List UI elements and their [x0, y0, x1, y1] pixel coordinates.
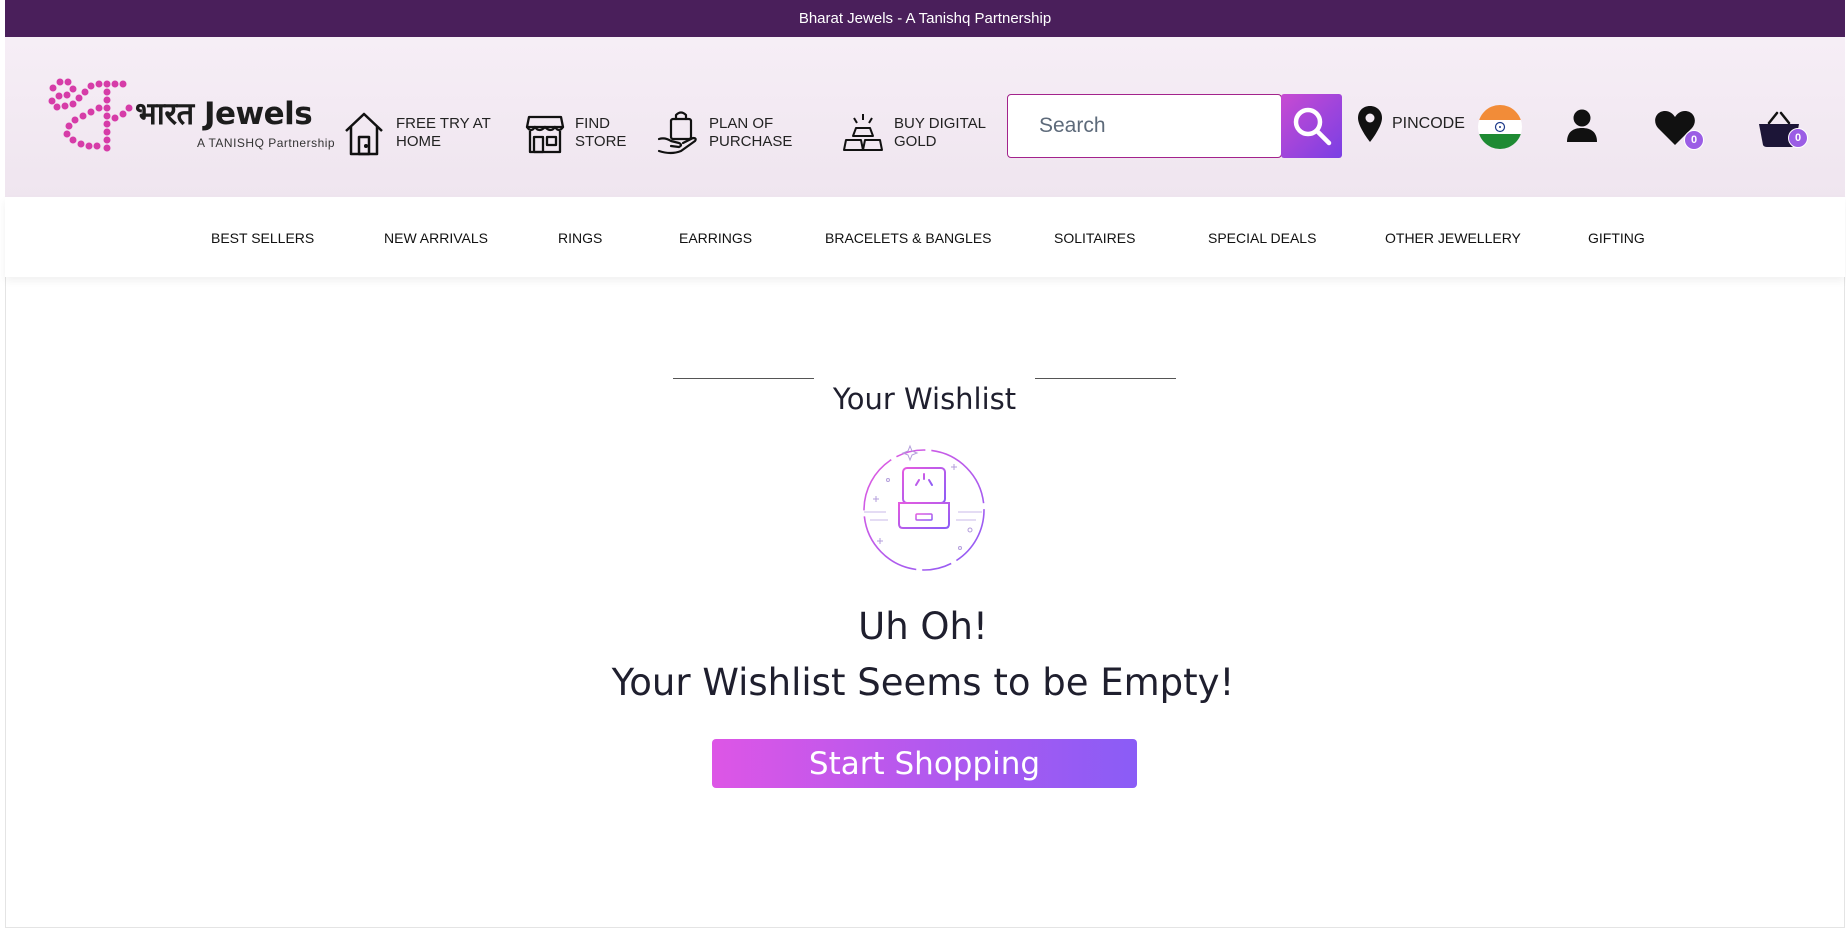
pincode-label: PINCODE: [1392, 115, 1465, 132]
empty-message-title: Uh Oh!: [858, 605, 988, 648]
nav-gifting[interactable]: GIFTING: [1588, 230, 1645, 246]
plan-of-purchase-label: PLAN OF PURCHASE: [709, 115, 793, 150]
cart-count-badge: 0: [1788, 128, 1808, 148]
country-flag-india[interactable]: [1478, 105, 1522, 149]
india-flag-icon: [1478, 105, 1522, 149]
gold-bars-icon: [843, 114, 883, 151]
heading-rule-left: [673, 378, 814, 379]
announcement-text: Bharat Jewels - A Tanishq Partnership: [798, 10, 1052, 27]
wishlist-button[interactable]: 0: [1654, 110, 1704, 151]
cart-button[interactable]: 0: [1758, 110, 1808, 153]
category-nav: BEST SELLERS NEW ARRIVALS RINGS EARRINGS…: [5, 197, 1845, 277]
account-button[interactable]: [1566, 109, 1598, 148]
buy-digital-gold-link[interactable]: BUY DIGITAL GOLD: [842, 103, 1004, 163]
logo-mark-icon: [48, 78, 133, 152]
pincode-selector[interactable]: PINCODE: [1358, 106, 1465, 142]
nav-rings[interactable]: RINGS: [558, 230, 602, 246]
brand-tagline: A TANISHQ Partnership: [197, 136, 336, 150]
empty-message-subtitle: Your Wishlist Seems to be Empty!: [611, 661, 1235, 704]
plan-of-purchase-link[interactable]: PLAN OF PURCHASE: [657, 103, 819, 163]
find-store-label: FIND STORE: [575, 115, 627, 150]
brand-logo[interactable]: भारत Jewels A TANISHQ Partnership: [45, 74, 335, 186]
location-pin-icon: [1358, 106, 1382, 142]
wishlist-count-badge: 0: [1684, 130, 1704, 150]
shopping-bag-hand-icon: [657, 111, 697, 155]
free-try-at-home-link[interactable]: FREE TRY AT HOME: [342, 103, 506, 163]
free-try-at-home-label: FREE TRY AT HOME: [396, 115, 491, 150]
nav-special-deals[interactable]: SPECIAL DEALS: [1208, 230, 1316, 246]
empty-box-illustration: [858, 440, 990, 577]
search-icon: [1293, 107, 1331, 146]
store-icon: [525, 115, 565, 154]
nav-earrings[interactable]: EARRINGS: [679, 230, 752, 246]
heading-rule-right: [1035, 378, 1176, 379]
announcement-bar: Bharat Jewels - A Tanishq Partnership: [5, 0, 1845, 37]
buy-digital-gold-label: BUY DIGITAL GOLD: [894, 115, 986, 150]
search-input[interactable]: [1037, 113, 1271, 139]
nav-best-sellers[interactable]: BEST SELLERS: [211, 230, 314, 246]
brand-name: भारत Jewels: [135, 96, 313, 132]
find-store-link[interactable]: FIND STORE: [525, 103, 645, 163]
empty-jewellery-box-icon: [863, 444, 985, 571]
search-button[interactable]: [1281, 94, 1342, 158]
page-title: Your Wishlist: [832, 382, 1017, 416]
house-icon: [345, 112, 383, 156]
wishlist-heading: Your Wishlist: [673, 362, 1176, 416]
nav-solitaires[interactable]: SOLITAIRES: [1054, 230, 1135, 246]
nav-new-arrivals[interactable]: NEW ARRIVALS: [384, 230, 488, 246]
search-box: [1007, 94, 1282, 158]
user-icon: [1567, 109, 1597, 142]
nav-bracelets-bangles[interactable]: BRACELETS & BANGLES: [825, 230, 992, 246]
nav-other-jewellery[interactable]: OTHER JEWELLERY: [1385, 230, 1521, 246]
start-shopping-button[interactable]: Start Shopping: [712, 739, 1137, 788]
